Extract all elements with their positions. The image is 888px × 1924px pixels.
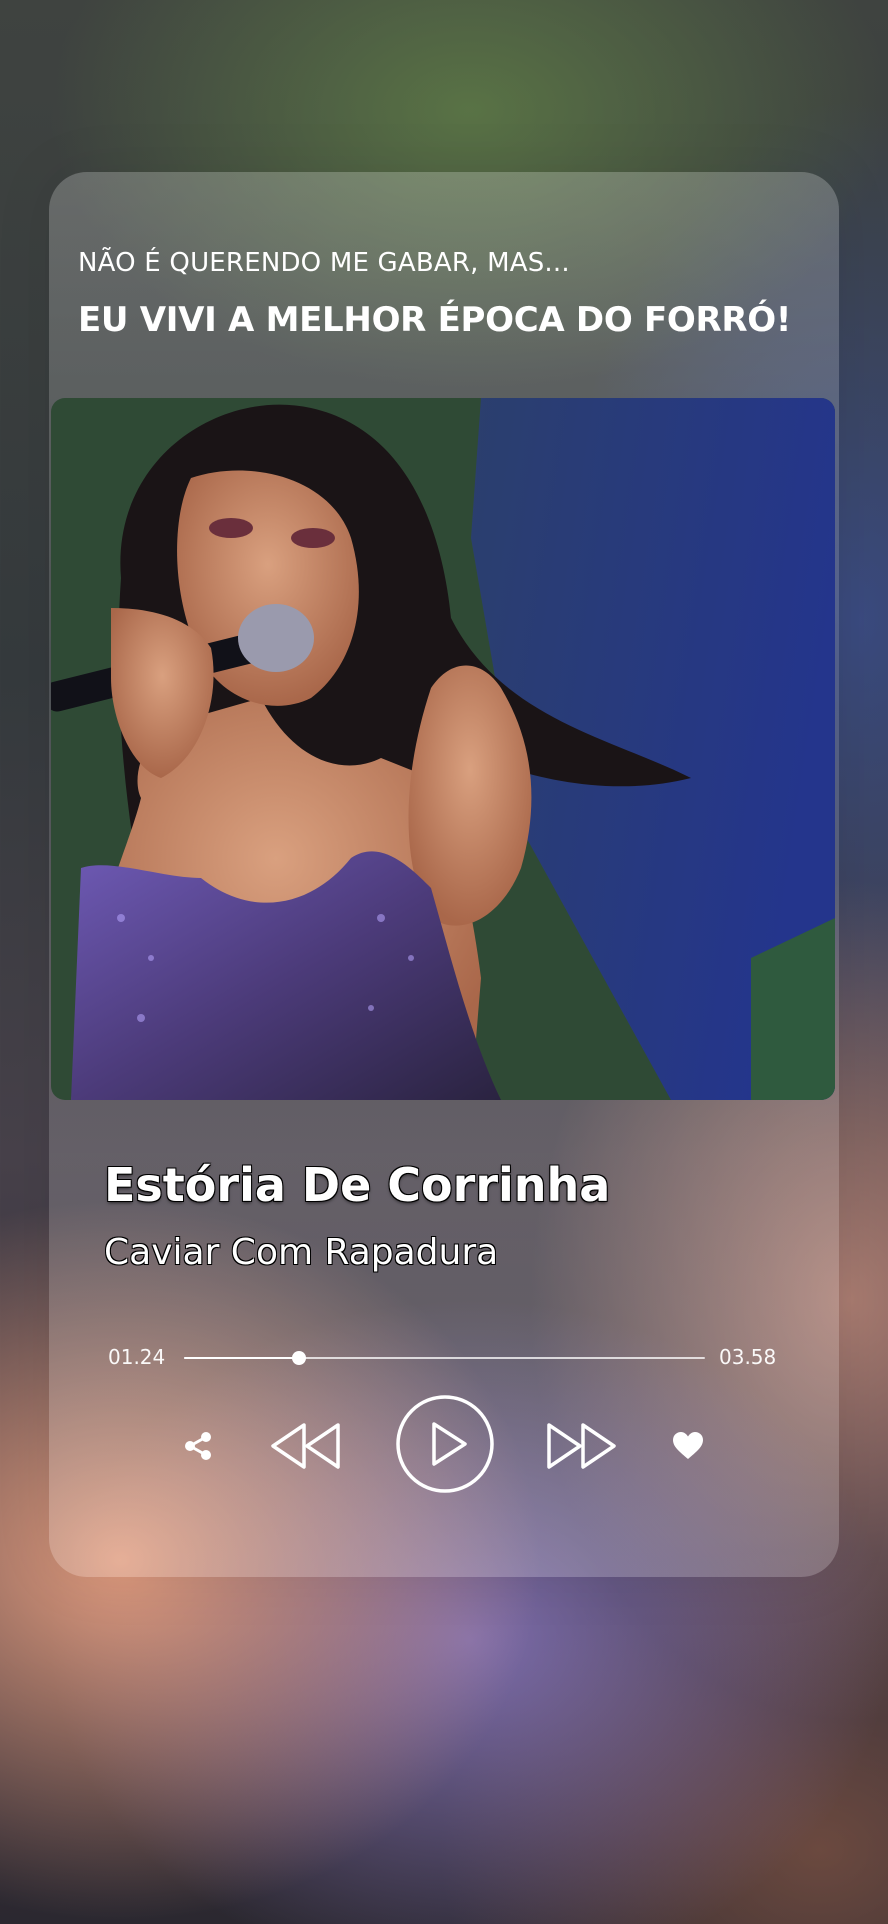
progress-fill [184,1357,299,1359]
share-icon [185,1432,211,1460]
artist-name: Caviar Com Rapadura [104,1232,499,1273]
play-button[interactable] [395,1394,495,1494]
elapsed-time: 01.24 [108,1345,166,1369]
like-button[interactable] [666,1424,710,1468]
total-time: 03.58 [719,1345,777,1369]
banner-subtitle: NÃO É QUERENDO ME GABAR, MAS... [78,248,570,278]
share-button[interactable] [176,1424,220,1468]
heart-icon [673,1432,703,1459]
album-artwork [51,398,835,1100]
play-icon [396,1395,494,1493]
progress-bar[interactable] [184,1350,705,1366]
banner-headline: EU VIVI A MELHOR ÉPOCA DO FORRÓ! [78,300,792,340]
song-title: Estória De Corrinha [104,1158,611,1212]
progress-thumb[interactable] [291,1351,306,1365]
rewind-button[interactable] [266,1415,346,1477]
rewind-icon [271,1423,340,1469]
fast-forward-button[interactable] [541,1415,621,1477]
fast-forward-icon [547,1423,616,1469]
